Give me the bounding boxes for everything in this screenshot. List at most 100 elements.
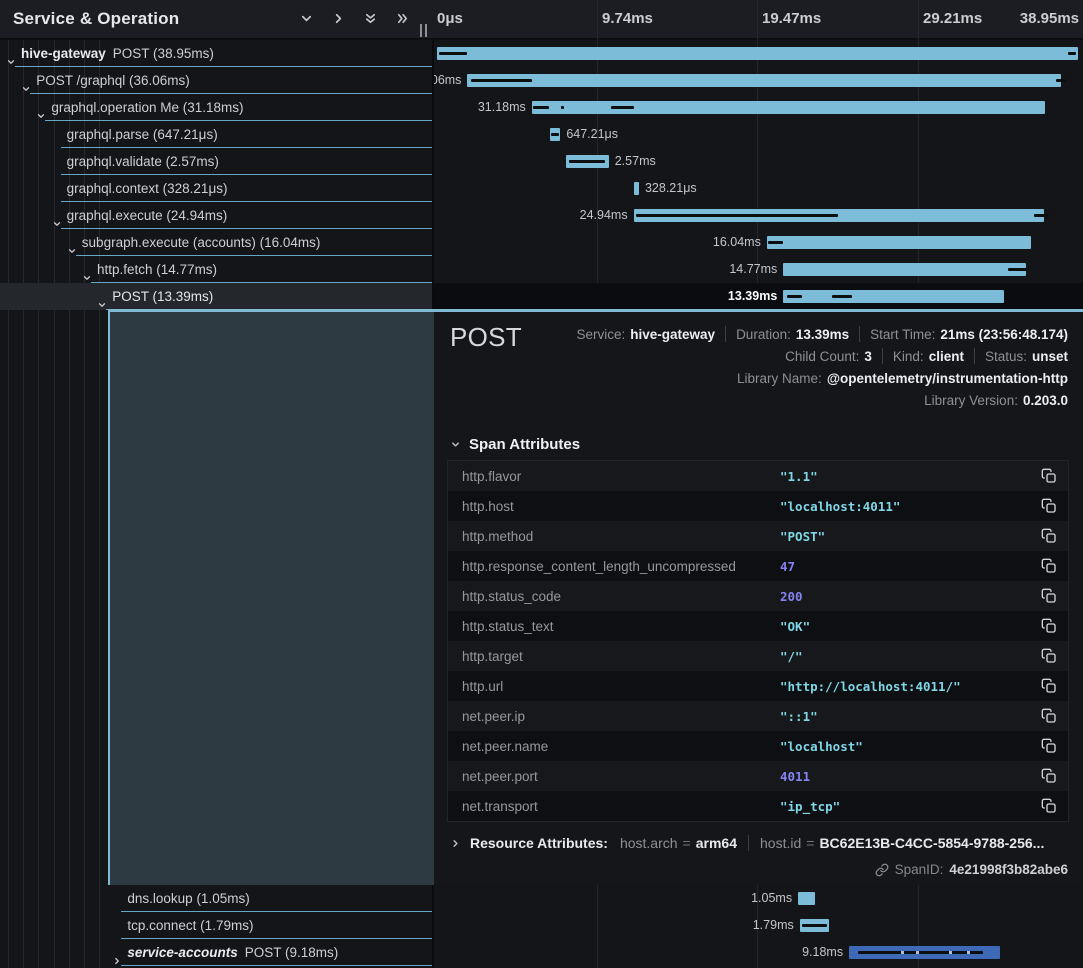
event-dot bbox=[901, 951, 904, 954]
timeline-row[interactable]: 2.57ms bbox=[434, 148, 1083, 175]
copy-icon[interactable] bbox=[1041, 648, 1057, 664]
duration-label: 24.94ms bbox=[580, 202, 628, 229]
equals-sign: = bbox=[806, 835, 814, 851]
span-bar[interactable] bbox=[783, 290, 1003, 303]
operation-label: subgraph.execute (accounts) (16.04ms) bbox=[82, 235, 321, 250]
duration-label: 16.04ms bbox=[713, 229, 761, 256]
tree-row-hive-gateway[interactable]: hive-gatewayPOST (38.95ms) bbox=[0, 40, 434, 67]
chevron-down-icon[interactable] bbox=[6, 49, 16, 59]
tree-row-tcp.connect[interactable]: tcp.connect (1.79ms) bbox=[0, 912, 434, 939]
tree-row-graphql.execute[interactable]: graphql.execute (24.94ms) bbox=[0, 202, 434, 229]
timeline-row[interactable]: 328.21μs bbox=[434, 175, 1083, 202]
tree-row-graphql.context[interactable]: graphql.context (328.21μs) bbox=[0, 175, 434, 202]
span-meta-line: Child Count:3Kind:clientStatus:unset bbox=[576, 345, 1068, 367]
timeline-row[interactable]: 9.18ms bbox=[434, 939, 1083, 966]
selected-span-detail-spacer bbox=[108, 312, 434, 885]
chevron-down-icon[interactable] bbox=[36, 103, 46, 113]
self-time-mark bbox=[471, 79, 532, 82]
service-name: hive-gateway bbox=[21, 46, 106, 61]
chevron-right-icon bbox=[450, 838, 461, 849]
chevrons-right-icon[interactable] bbox=[395, 11, 410, 26]
tree-row-graphql.validate[interactable]: graphql.validate (2.57ms) bbox=[0, 148, 434, 175]
chevron-down-icon[interactable] bbox=[299, 11, 314, 26]
span-bar[interactable] bbox=[467, 74, 1060, 87]
copy-icon[interactable] bbox=[1041, 588, 1057, 604]
chevron-down-icon[interactable] bbox=[97, 292, 107, 302]
tree-row-http.fetch[interactable]: http.fetch (14.77ms) bbox=[0, 256, 434, 283]
tree-row-POST[interactable]: POST (13.39ms) bbox=[0, 283, 434, 310]
span-attributes-header[interactable]: Span Attributes bbox=[450, 436, 580, 453]
chevrons-down-icon[interactable] bbox=[363, 11, 378, 26]
meta-label: Library Name: bbox=[737, 371, 822, 386]
timeline-row[interactable] bbox=[434, 40, 1083, 67]
attribute-value: "1.1" bbox=[780, 469, 818, 484]
copy-icon[interactable] bbox=[1041, 618, 1057, 634]
tree-row-graphql.parse[interactable]: graphql.parse (647.21μs) bbox=[0, 121, 434, 148]
timeline-row[interactable]: 24.94ms bbox=[434, 202, 1083, 229]
span-bar[interactable] bbox=[532, 101, 1045, 114]
tree-row-service-accounts[interactable]: service-accountsPOST (9.18ms) bbox=[0, 939, 434, 966]
attribute-row: net.peer.ip"::1" bbox=[448, 701, 1068, 731]
copy-icon[interactable] bbox=[1041, 678, 1057, 694]
timeline-row[interactable]: 647.21μs bbox=[434, 121, 1083, 148]
timeline-row[interactable]: 14.77ms bbox=[434, 256, 1083, 283]
timeline-row[interactable]: 31.18ms bbox=[434, 94, 1083, 121]
tree-row-dns.lookup[interactable]: dns.lookup (1.05ms) bbox=[0, 885, 434, 912]
self-time-mark bbox=[611, 106, 634, 109]
span-bar[interactable] bbox=[798, 892, 815, 905]
timeline-row[interactable]: 1.05ms bbox=[434, 885, 1083, 912]
tree-row-POST[interactable]: POST /graphql (36.06ms) bbox=[0, 67, 434, 94]
self-time-mark bbox=[1034, 214, 1049, 217]
tree-row-subgraph.execute[interactable]: subgraph.execute (accounts) (16.04ms) bbox=[0, 229, 434, 256]
panel-resize-handle[interactable] bbox=[420, 24, 429, 37]
attribute-row: net.transport"ip_tcp" bbox=[448, 791, 1068, 821]
chevron-down-icon[interactable] bbox=[82, 265, 92, 275]
span-id-label: SpanID: bbox=[895, 862, 944, 877]
operation-label: graphql.parse (647.21μs) bbox=[67, 127, 218, 142]
chevron-down-icon[interactable] bbox=[52, 211, 62, 221]
chevron-right-icon[interactable] bbox=[112, 948, 122, 958]
copy-icon[interactable] bbox=[1041, 738, 1057, 754]
meta-separator bbox=[725, 326, 726, 342]
timeline-row[interactable]: 13.39ms bbox=[434, 283, 1083, 310]
duration-label: 9.18ms bbox=[802, 939, 843, 966]
resource-attributes-title: Resource Attributes: bbox=[470, 835, 608, 851]
attribute-value: "localhost:4011" bbox=[780, 499, 900, 514]
span-bar[interactable] bbox=[437, 47, 1078, 60]
timeline-row[interactable]: 1.79ms bbox=[434, 912, 1083, 939]
timeline-rows-bottom: 1.05ms1.79ms9.18ms bbox=[434, 885, 1083, 966]
resource-key: host.id bbox=[760, 835, 801, 851]
attribute-value: "/" bbox=[780, 649, 803, 664]
tree-row-graphql.operation[interactable]: graphql.operation Me (31.18ms) bbox=[0, 94, 434, 121]
timeline-row[interactable]: 16.04ms bbox=[434, 229, 1083, 256]
copy-icon[interactable] bbox=[1041, 558, 1057, 574]
copy-icon[interactable] bbox=[1041, 468, 1057, 484]
tree-row-label: dns.lookup (1.05ms) bbox=[127, 885, 249, 912]
copy-icon[interactable] bbox=[1041, 708, 1057, 724]
chevron-down-icon bbox=[450, 439, 461, 450]
span-bar[interactable] bbox=[634, 182, 639, 195]
self-time-mark bbox=[1068, 52, 1076, 55]
tree-row-label: graphql.context (328.21μs) bbox=[67, 175, 228, 202]
span-bar[interactable] bbox=[783, 263, 1026, 276]
copy-icon[interactable] bbox=[1041, 528, 1057, 544]
span-bar[interactable] bbox=[767, 236, 1031, 249]
copy-icon[interactable] bbox=[1041, 768, 1057, 784]
span-tree: hive-gatewayPOST (38.95ms)POST /graphql … bbox=[0, 40, 434, 310]
chevron-down-icon[interactable] bbox=[67, 238, 77, 248]
meta-value: unset bbox=[1032, 349, 1068, 364]
chevron-down-icon[interactable] bbox=[21, 76, 31, 86]
span-tree-bottom: dns.lookup (1.05ms)tcp.connect (1.79ms)s… bbox=[0, 885, 434, 966]
resource-value: BC62E13B-C4CC-5854-9788-256... bbox=[819, 835, 1044, 851]
attribute-row: http.status_text"OK" bbox=[448, 611, 1068, 641]
meta-label: Kind: bbox=[893, 349, 924, 364]
copy-icon[interactable] bbox=[1041, 498, 1057, 514]
span-meta: Service:hive-gatewayDuration:13.39msStar… bbox=[576, 323, 1068, 411]
resource-attributes-row[interactable]: Resource Attributes: host.arch=arm64host… bbox=[450, 835, 1069, 851]
attribute-value: "http://localhost:4011/" bbox=[780, 679, 961, 694]
chevron-right-icon[interactable] bbox=[331, 11, 346, 26]
link-icon[interactable] bbox=[875, 863, 889, 877]
event-dot bbox=[916, 951, 919, 954]
copy-icon[interactable] bbox=[1041, 798, 1057, 814]
timeline-row[interactable]: 36.06ms bbox=[434, 67, 1083, 94]
